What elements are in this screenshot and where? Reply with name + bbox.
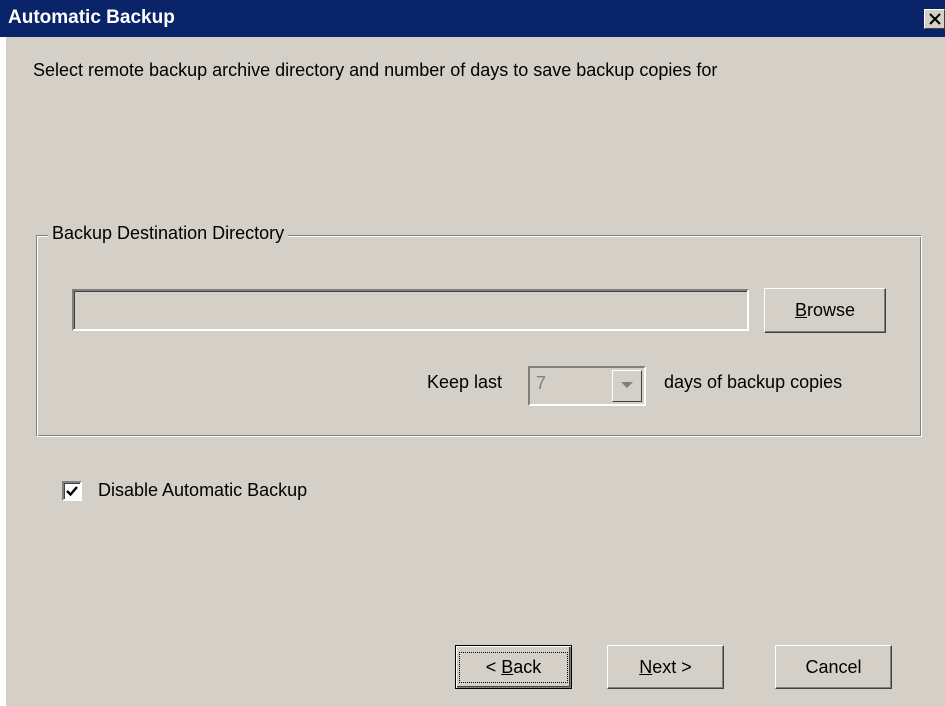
back-button-label: < Back [458, 651, 569, 683]
window-left-edge [0, 37, 6, 706]
browse-button[interactable]: Browse [764, 288, 886, 333]
instruction-text: Select remote backup archive directory a… [33, 60, 718, 80]
days-combo[interactable]: 7 [528, 366, 646, 406]
close-button[interactable] [924, 9, 945, 29]
cancel-button[interactable]: Cancel [775, 645, 892, 689]
window-title: Automatic Backup [8, 7, 175, 28]
group-legend: Backup Destination Directory [48, 223, 289, 244]
disable-backup-label: Disable Automatic Backup [98, 480, 308, 500]
close-icon [929, 13, 941, 25]
keep-last-label: Keep last [427, 372, 503, 392]
days-combo-value: 7 [536, 373, 547, 393]
days-of-backup-label: days of backup copies [664, 372, 843, 392]
title-bar: Automatic Backup [0, 0, 945, 37]
disable-backup-checkbox[interactable] [62, 481, 82, 501]
days-combo-dropdown-button[interactable] [612, 370, 642, 402]
checkmark-icon [66, 486, 78, 497]
backup-directory-field[interactable] [72, 289, 749, 331]
next-button[interactable]: Next > [607, 645, 724, 689]
next-button-label: Next > [639, 656, 692, 677]
chevron-down-icon [621, 382, 633, 388]
browse-button-label: Browse [794, 300, 856, 320]
backup-destination-group [36, 235, 922, 437]
back-button[interactable]: < Back [455, 645, 572, 689]
